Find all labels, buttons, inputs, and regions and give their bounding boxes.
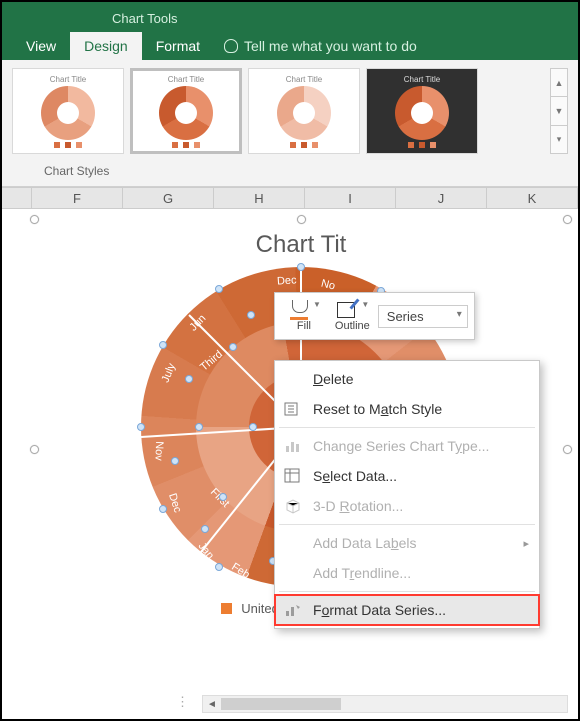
tell-me-placeholder: Tell me what you want to do bbox=[244, 38, 417, 54]
context-menu: Delete Reset to Match Style Change Serie… bbox=[274, 360, 540, 629]
reset-style-icon bbox=[283, 400, 303, 418]
chart-title[interactable]: Chart Tit bbox=[34, 231, 568, 259]
scrollbar-track[interactable] bbox=[221, 696, 567, 712]
menu-add-data-labels: Add Data Labels bbox=[275, 528, 539, 558]
horizontal-scrollbar[interactable]: ◄ bbox=[202, 695, 568, 713]
sheet-nav-dots[interactable]: ⋮ bbox=[176, 694, 191, 710]
column-header[interactable]: H bbox=[214, 188, 305, 208]
gallery-down-icon[interactable]: ▼ bbox=[551, 97, 567, 125]
chart-element-selector[interactable]: Series bbox=[378, 305, 468, 328]
menu-select-data[interactable]: Select Data... bbox=[275, 461, 539, 491]
lightbulb-icon bbox=[224, 39, 238, 53]
menu-reset-match-style[interactable]: Reset to Match Style bbox=[275, 394, 539, 424]
fill-button[interactable]: ▼ Fill bbox=[281, 298, 327, 334]
blank-icon bbox=[283, 564, 303, 582]
outline-button[interactable]: ▼ Outline bbox=[329, 298, 376, 334]
menu-add-trendline: Add Trendline... bbox=[275, 558, 539, 588]
cube-icon bbox=[283, 497, 303, 515]
paint-bucket-icon bbox=[287, 300, 311, 320]
menu-3d-rotation: 3-D Rotation... bbox=[275, 491, 539, 521]
tell-me-search[interactable]: Tell me what you want to do bbox=[214, 32, 427, 60]
ribbon-tabs: View Design Format Tell me what you want… bbox=[2, 30, 578, 60]
menu-separator bbox=[279, 524, 535, 525]
chart-style-3[interactable]: Chart Title bbox=[248, 68, 360, 154]
format-series-icon bbox=[283, 601, 303, 619]
sunburst-thumb-icon bbox=[395, 86, 449, 140]
column-header[interactable]: I bbox=[305, 188, 396, 208]
select-data-icon bbox=[283, 467, 303, 485]
gallery-more-icon[interactable]: ▾ bbox=[551, 126, 567, 153]
column-header[interactable]: K bbox=[487, 188, 578, 208]
column-headers: F G H I J K bbox=[2, 187, 578, 209]
select-all-corner[interactable] bbox=[2, 188, 32, 208]
chart-styles-gallery: Chart Title Chart Title Chart Title Char… bbox=[2, 60, 578, 158]
dropdown-icon: ▼ bbox=[313, 300, 321, 309]
column-header[interactable]: F bbox=[32, 188, 123, 208]
chart-styles-group: Chart Title Chart Title Chart Title Char… bbox=[2, 60, 578, 187]
scroll-left-icon[interactable]: ◄ bbox=[203, 699, 221, 710]
gallery-up-icon[interactable]: ▲ bbox=[551, 69, 567, 97]
tab-design[interactable]: Design bbox=[70, 32, 142, 60]
menu-delete[interactable]: Delete bbox=[275, 364, 539, 394]
menu-change-chart-type: Change Series Chart Type... bbox=[275, 431, 539, 461]
dropdown-icon: ▼ bbox=[361, 300, 369, 309]
tab-view[interactable]: View bbox=[12, 32, 70, 60]
contextual-tab-label: Chart Tools bbox=[112, 11, 178, 30]
column-header[interactable]: J bbox=[396, 188, 487, 208]
menu-separator bbox=[279, 591, 535, 592]
sunburst-thumb-icon bbox=[159, 86, 213, 140]
sunburst-thumb-icon bbox=[277, 86, 331, 140]
tab-format[interactable]: Format bbox=[142, 32, 214, 60]
mini-toolbar: ▼ Fill ▼ Outline Series bbox=[274, 292, 475, 340]
menu-separator bbox=[279, 427, 535, 428]
scrollbar-thumb[interactable] bbox=[221, 698, 341, 710]
sunburst-thumb-icon bbox=[41, 86, 95, 140]
chart-style-1[interactable]: Chart Title bbox=[12, 68, 124, 154]
chart-style-2[interactable]: Chart Title bbox=[130, 68, 242, 154]
ribbon-group-label: Chart Styles bbox=[2, 158, 578, 186]
chart-type-icon bbox=[283, 437, 303, 455]
column-header[interactable]: G bbox=[123, 188, 214, 208]
segment-label: Nov bbox=[152, 441, 165, 461]
legend-swatch-icon bbox=[221, 603, 232, 614]
menu-format-data-series[interactable]: Format Data Series... bbox=[275, 595, 539, 625]
blank-icon bbox=[283, 534, 303, 552]
outline-pen-icon bbox=[335, 300, 359, 320]
ribbon-contextual-bar: Chart Tools bbox=[2, 2, 578, 30]
blank-icon bbox=[283, 370, 303, 388]
segment-label: Dec bbox=[277, 274, 297, 287]
gallery-spinner[interactable]: ▲ ▼ ▾ bbox=[550, 68, 568, 154]
chart-style-4[interactable]: Chart Title bbox=[366, 68, 478, 154]
